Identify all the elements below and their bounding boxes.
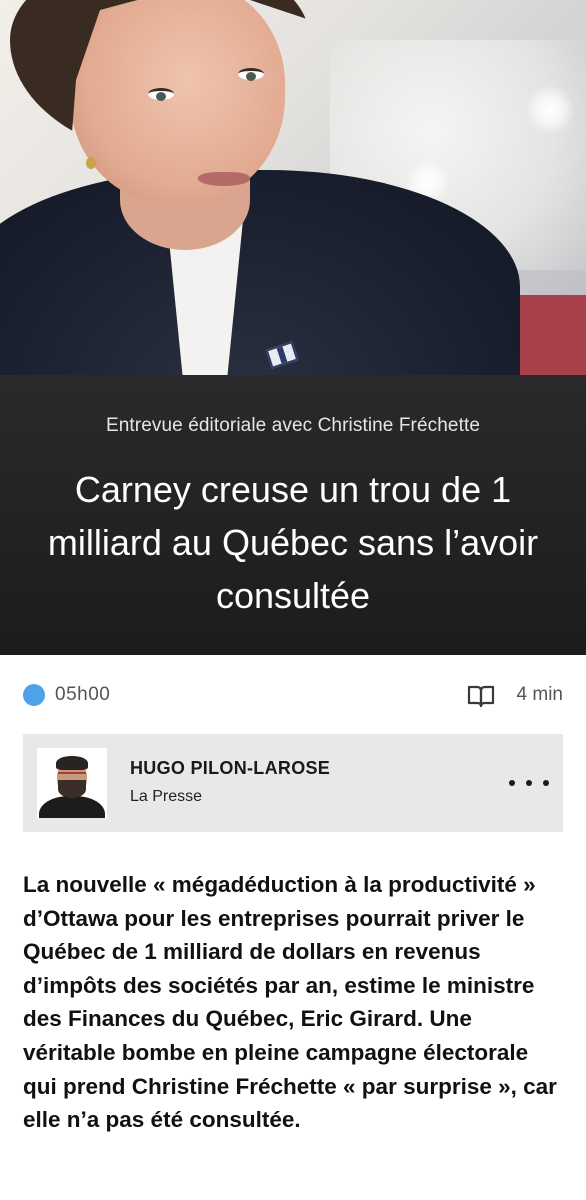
- article-meta-row: 05h00 4 min: [23, 682, 563, 712]
- author-name[interactable]: HUGO PILON-LAROSE: [130, 758, 330, 779]
- photo-earring: [86, 157, 96, 169]
- article-lede: La nouvelle « mégadéduction à la product…: [23, 872, 557, 1133]
- reading-time-label: 4 min: [516, 684, 563, 705]
- hero-photo: [0, 0, 586, 430]
- article-title: Carney creuse un trou de 1 milliard au Q…: [47, 469, 539, 616]
- article-kicker: Entrevue éditoriale avec Christine Fréch…: [105, 415, 481, 436]
- more-options-icon[interactable]: [507, 768, 551, 798]
- photo-face: [70, 0, 285, 205]
- hero-title-band: Entrevue éditoriale avec Christine Fréch…: [0, 375, 586, 655]
- publish-time: 05h00: [55, 684, 111, 705]
- time-indicator-dot: [23, 684, 45, 706]
- avatar-glasses: [58, 772, 86, 778]
- more-dot: [526, 780, 532, 786]
- book-icon: [467, 685, 495, 708]
- more-dot: [509, 780, 515, 786]
- avatar-body: [39, 796, 105, 818]
- more-dot: [543, 780, 549, 786]
- photo-mouth: [198, 172, 250, 186]
- photo-chair: [510, 295, 586, 375]
- avatar-hair: [56, 756, 88, 770]
- avatar-beard: [58, 780, 86, 798]
- author-avatar[interactable]: [37, 748, 107, 818]
- photo-light-spot: [525, 85, 575, 135]
- photo-eye: [238, 68, 264, 81]
- photo-eye: [148, 88, 174, 101]
- article-hero: Entrevue éditoriale avec Christine Fréch…: [0, 0, 586, 655]
- author-card[interactable]: HUGO PILON-LAROSE La Presse: [23, 734, 563, 832]
- author-outlet: La Presse: [130, 788, 203, 805]
